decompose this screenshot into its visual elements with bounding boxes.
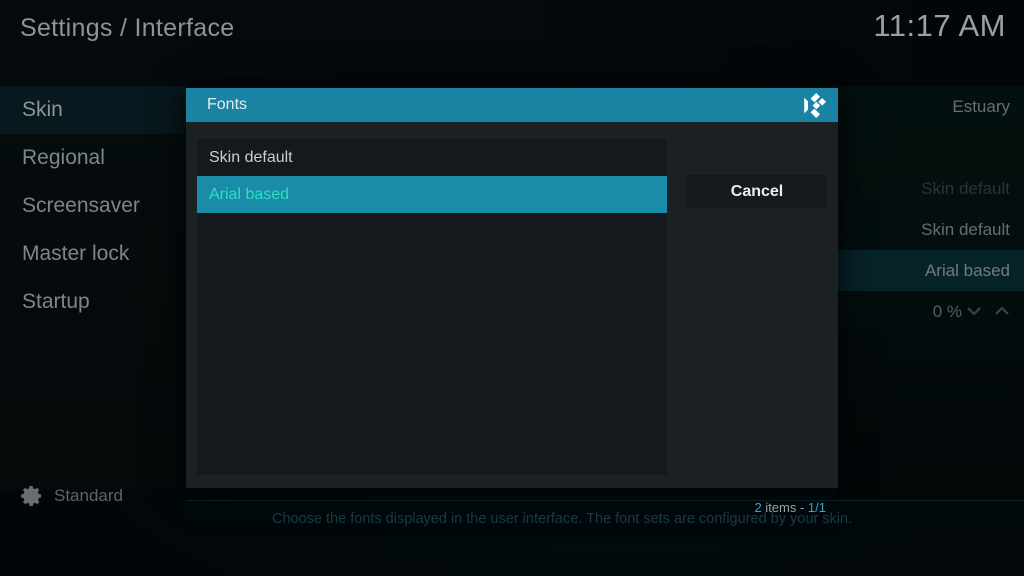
chevron-down-icon[interactable] [966,305,982,317]
settings-category-list: Skin Regional Screensaver Master lock St… [0,86,186,490]
dialog-body: Skin default Arial based Cancel 2 items … [186,122,838,515]
dialog-header: Fonts [186,88,838,122]
sidebar-item-label: Master lock [22,242,130,265]
setting-value-text: Arial based [924,261,1010,280]
fonts-dialog: Fonts Skin default Arial based Cancel 2 … [186,88,838,515]
kodi-logo-icon [801,92,829,119]
chevron-up-icon[interactable] [994,305,1010,317]
fonts-list: Skin default Arial based [197,139,667,475]
sidebar-item-label: Skin [22,98,63,121]
kodi-settings-screen: Settings / Interface 11:17 AM Skin Regio… [0,0,1024,576]
item-count-label: items - [761,500,808,515]
setting-zoom-spinner[interactable]: 0 % [836,291,1024,332]
setting-value-spacer [836,127,1024,168]
settings-level-control[interactable]: Standard [20,480,186,520]
item-count-number: 2 [754,500,762,515]
sidebar-item-regional[interactable]: Regional [0,134,186,182]
setting-value-colours[interactable]: Skin default [836,209,1024,250]
breadcrumb: Settings / Interface [20,14,235,42]
settings-values-panel-lower [836,331,1024,500]
item-count: 2 items - 1/1 [754,500,826,515]
settings-level-label: Standard [54,486,123,505]
clock: 11:17 AM [873,8,1006,43]
description-bar: Choose the fonts displayed in the user i… [186,500,1024,542]
top-bar: Settings / Interface 11:17 AM [0,0,1024,86]
sidebar-item-screensaver[interactable]: Screensaver [0,182,186,230]
sidebar-item-label: Screensaver [22,194,140,217]
list-item-label: Arial based [209,186,290,203]
cancel-button[interactable]: Cancel [687,175,827,208]
item-count-page: 1/1 [807,500,826,515]
setting-value-text: Estuary [952,97,1010,116]
sidebar-item-startup[interactable]: Startup [0,278,186,326]
sidebar-item-master-lock[interactable]: Master lock [0,230,186,278]
setting-value-fonts[interactable]: Arial based [836,250,1024,291]
gear-icon [20,484,44,508]
sidebar-item-skin[interactable]: Skin [0,86,186,134]
list-item[interactable]: Arial based [197,176,667,213]
list-item[interactable]: Skin default [197,139,667,176]
setting-value-theme[interactable]: Skin default [836,168,1024,209]
setting-value-skin[interactable]: Estuary [836,86,1024,127]
setting-value-text: Skin default [921,179,1010,198]
dialog-title: Fonts [207,96,248,113]
spinner-value: 0 % [932,302,962,321]
setting-value-text: Skin default [921,220,1010,239]
sidebar-item-label: Regional [22,146,105,169]
list-item-label: Skin default [209,149,293,166]
spinner-arrows [966,303,1010,321]
sidebar-item-label: Startup [22,290,90,313]
